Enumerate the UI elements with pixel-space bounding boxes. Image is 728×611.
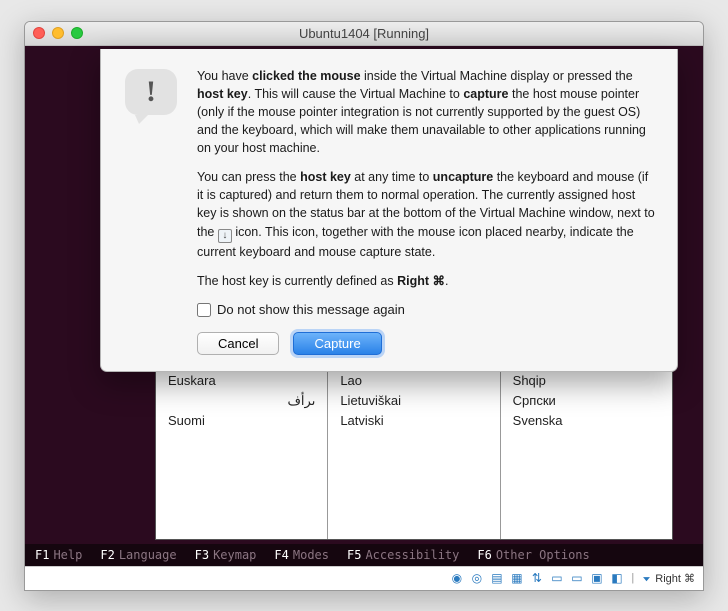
- shared-folder-icon[interactable]: ▭: [549, 571, 564, 586]
- arrow-down-icon: [641, 573, 652, 584]
- hdd-icon[interactable]: ▤: [489, 571, 504, 586]
- suppress-label[interactable]: Do not show this message again: [217, 301, 405, 320]
- dialog-paragraph-2: You can press the host key at any time t…: [197, 168, 657, 261]
- vm-display[interactable]: Esperanto Español Eesti Euskara ىرأف Suo…: [25, 46, 703, 590]
- list-item[interactable]: Српски: [513, 391, 660, 411]
- f6-label[interactable]: Other Options: [496, 548, 590, 562]
- network-icon[interactable]: ▦: [509, 571, 524, 586]
- dialog-icon-area: !: [121, 67, 181, 355]
- titlebar: Ubuntu1404 [Running]: [25, 22, 703, 46]
- dialog-body: You have clicked the mouse inside the Vi…: [197, 67, 657, 355]
- capture-dialog: ! You have clicked the mouse inside the …: [100, 49, 678, 372]
- f2-label[interactable]: Language: [119, 548, 177, 562]
- f2-key: F2: [100, 548, 114, 562]
- vm-status-bar: ◉ ◎ ▤ ▦ ⇅ ▭ ▭ ▣ ◧ | Right ⌘: [25, 566, 703, 590]
- cancel-button[interactable]: Cancel: [197, 332, 279, 355]
- host-key-indicator: Right ⌘: [641, 572, 695, 585]
- capture-button[interactable]: Capture: [293, 332, 381, 355]
- suppress-message-row: Do not show this message again: [197, 301, 657, 320]
- list-item[interactable]: Euskara: [168, 371, 315, 391]
- list-item[interactable]: Shqip: [513, 371, 660, 391]
- f4-label[interactable]: Modes: [293, 548, 329, 562]
- f5-label[interactable]: Accessibility: [365, 548, 459, 562]
- host-key-label: Right ⌘: [655, 572, 695, 585]
- function-key-bar: F1 Help F2 Language F3 Keymap F4 Modes F5 Acc…: [25, 544, 703, 566]
- recording-icon[interactable]: ▣: [589, 571, 604, 586]
- optical-icon[interactable]: ◎: [469, 571, 484, 586]
- f4-key: F4: [274, 548, 288, 562]
- features-icon[interactable]: ◧: [609, 571, 624, 586]
- f5-key: F5: [347, 548, 361, 562]
- dialog-paragraph-3: The host key is currently defined as Rig…: [197, 272, 657, 290]
- f1-label[interactable]: Help: [53, 548, 82, 562]
- list-item[interactable]: ىرأف: [168, 391, 315, 411]
- separator: |: [631, 572, 634, 584]
- f6-key: F6: [477, 548, 491, 562]
- dialog-buttons: Cancel Capture: [197, 332, 657, 355]
- list-item[interactable]: Lao: [340, 371, 487, 391]
- list-item[interactable]: Suomi: [168, 411, 315, 431]
- list-item[interactable]: Svenska: [513, 411, 660, 431]
- disk-icon[interactable]: ◉: [449, 571, 464, 586]
- list-item[interactable]: Latviski: [340, 411, 487, 431]
- f1-key: F1: [35, 548, 49, 562]
- hostkey-inline-icon: ↓: [218, 229, 232, 243]
- f3-key: F3: [195, 548, 209, 562]
- vm-window: Ubuntu1404 [Running] Esperanto Español E…: [24, 21, 704, 591]
- display-icon[interactable]: ▭: [569, 571, 584, 586]
- info-bubble-icon: !: [125, 69, 177, 115]
- f3-label[interactable]: Keymap: [213, 548, 256, 562]
- window-title: Ubuntu1404 [Running]: [25, 26, 703, 41]
- list-item[interactable]: Lietuviškai: [340, 391, 487, 411]
- dialog-paragraph-1: You have clicked the mouse inside the Vi…: [197, 67, 657, 158]
- suppress-checkbox[interactable]: [197, 303, 211, 317]
- usb-icon[interactable]: ⇅: [529, 571, 544, 586]
